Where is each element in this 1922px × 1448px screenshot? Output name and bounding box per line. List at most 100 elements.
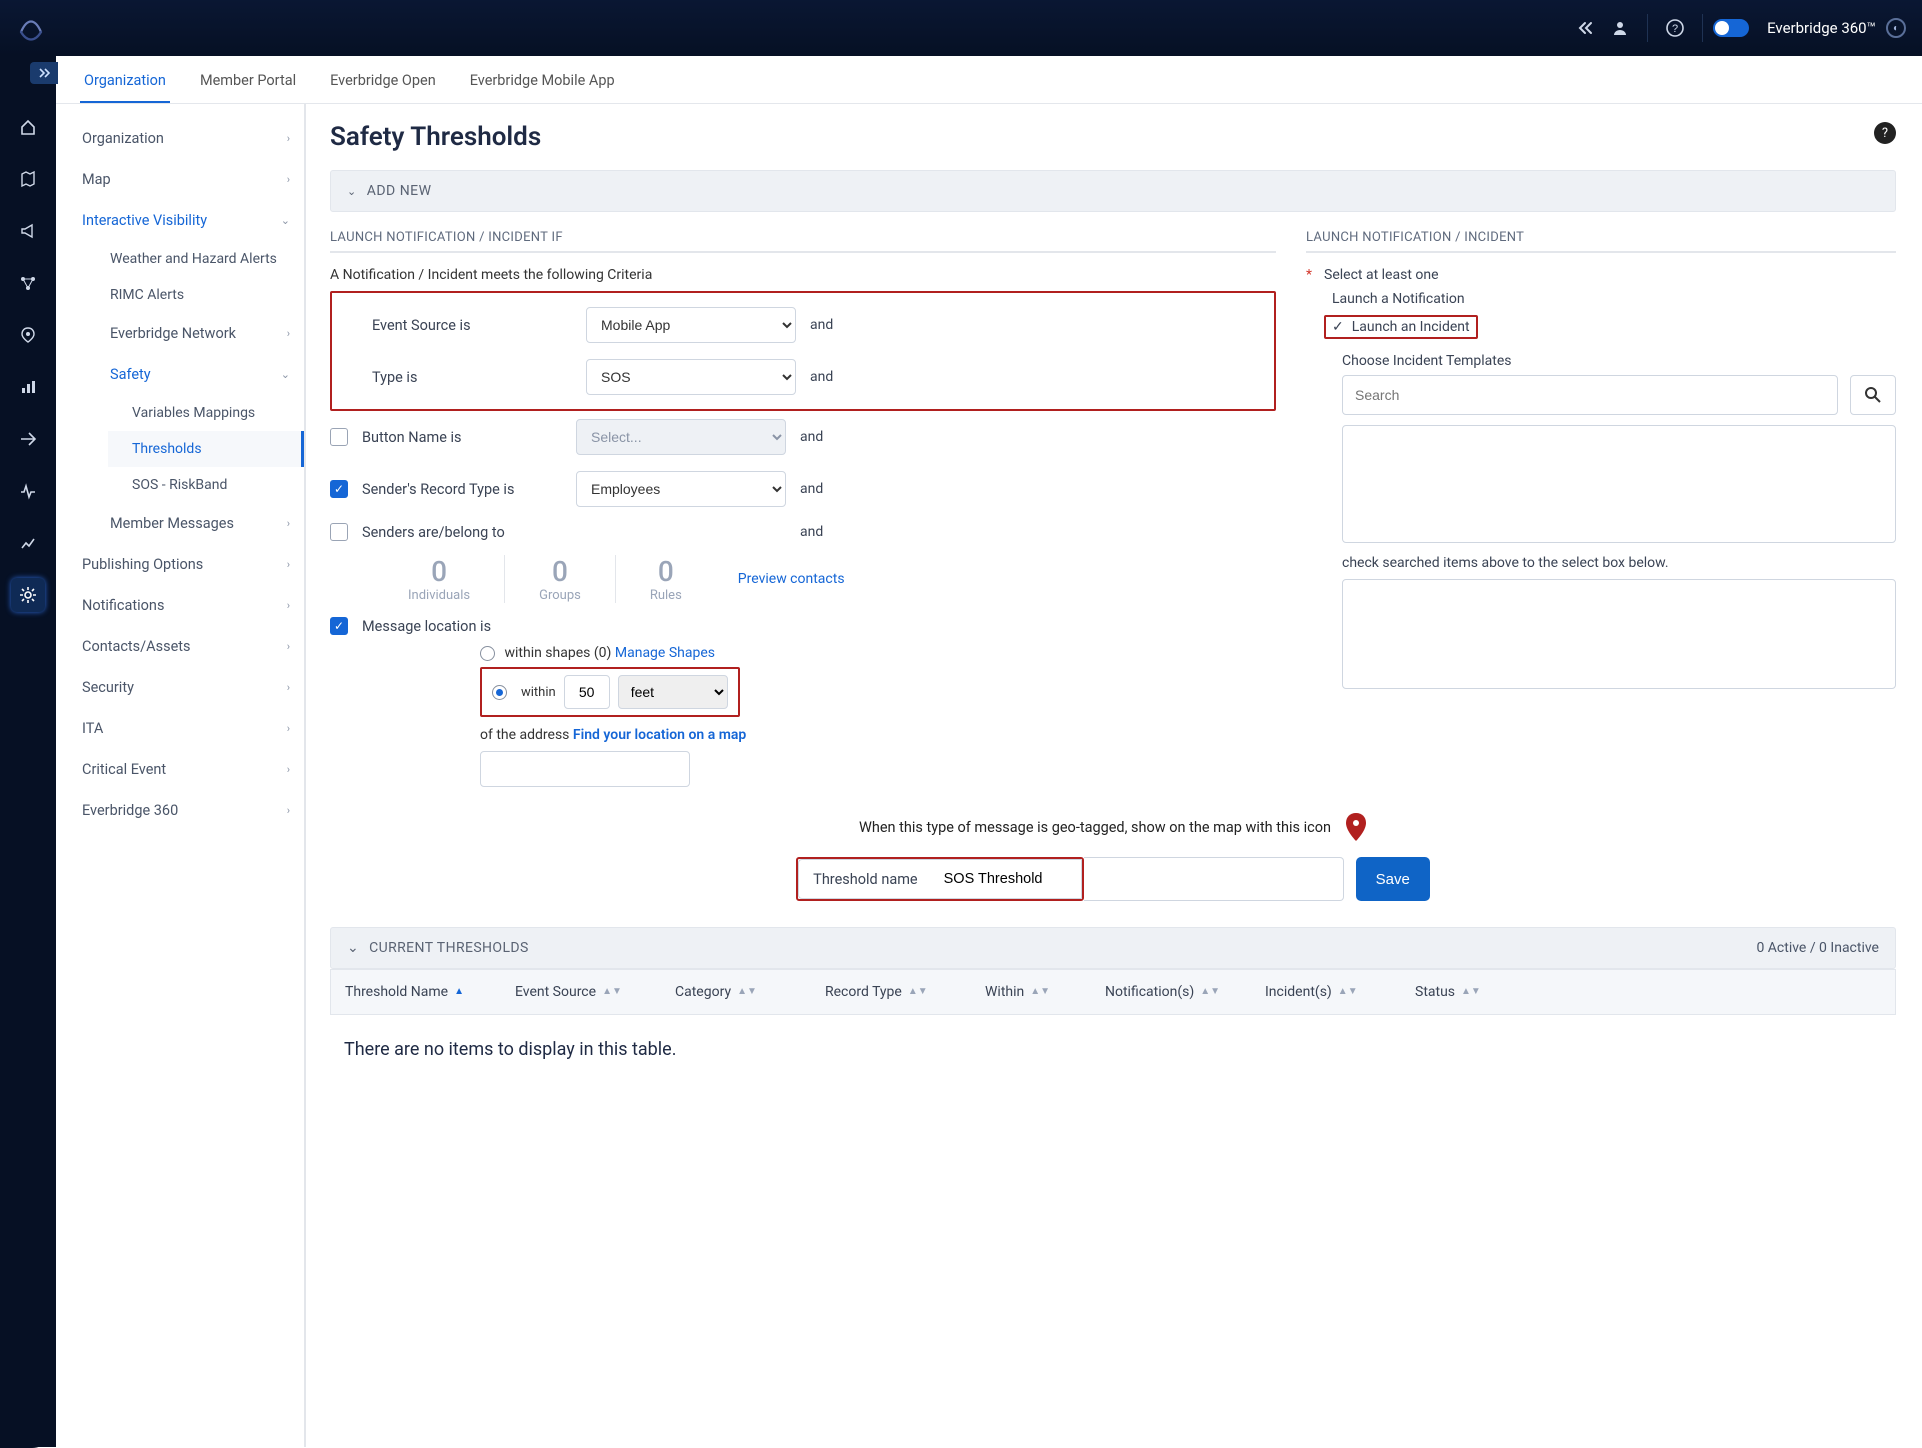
rail-chart-icon[interactable] — [11, 370, 45, 404]
record-type-checkbox[interactable]: ✓ — [330, 480, 348, 498]
rail-map-icon[interactable] — [11, 162, 45, 196]
type-select[interactable]: SOS — [586, 359, 796, 395]
save-button[interactable]: Save — [1356, 857, 1430, 901]
sidenav-organization[interactable]: Organization› — [62, 118, 304, 159]
senders-label: Senders are/belong to — [362, 524, 562, 541]
sort-asc-icon[interactable]: ▲ — [454, 989, 464, 995]
sidenav-ita[interactable]: ITA› — [62, 708, 304, 749]
sort-icon[interactable]: ▲▼ — [1200, 989, 1220, 995]
rail-megaphone-icon[interactable] — [11, 214, 45, 248]
sort-icon[interactable]: ▲▼ — [737, 989, 757, 995]
within-label: within — [521, 685, 556, 700]
rail-home-icon[interactable] — [11, 110, 45, 144]
selection-hint: check searched items above to the select… — [1306, 555, 1896, 571]
preview-contacts-link[interactable]: Preview contacts — [738, 571, 845, 587]
tab-mobile-app[interactable]: Everbridge Mobile App — [466, 60, 619, 103]
toggle-icon[interactable] — [1713, 19, 1749, 37]
sort-icon[interactable]: ▲▼ — [908, 989, 928, 995]
find-location-link[interactable]: Find your location on a map — [573, 727, 746, 743]
tab-everbridge-open[interactable]: Everbridge Open — [326, 60, 440, 103]
rail-nodes-icon[interactable] — [11, 266, 45, 300]
thresholds-table-header: Threshold Name▲ Event Source▲▼ Category▲… — [330, 969, 1896, 1015]
address-line: of the address Find your location on a m… — [480, 727, 1276, 743]
highlight-within: within feet — [480, 667, 740, 717]
current-thresholds-panel[interactable]: ⌄CURRENT THRESHOLDS 0 Active / 0 Inactiv… — [330, 927, 1896, 969]
help-icon[interactable]: ? — [1658, 11, 1692, 45]
sidenav-rimc-alerts[interactable]: RIMC Alerts — [92, 277, 304, 313]
rail-pin-icon[interactable] — [11, 318, 45, 352]
launch-incident-checkbox[interactable]: ✓ — [1332, 319, 1344, 335]
search-button[interactable] — [1850, 375, 1896, 415]
sidenav-security[interactable]: Security› — [62, 667, 304, 708]
manage-shapes-link[interactable]: Manage Shapes — [615, 645, 715, 661]
sidenav-safety[interactable]: Safety⌄ — [92, 354, 304, 395]
brand-badge-icon: ◐ — [1886, 18, 1906, 38]
launch-incident-label: Launch an Incident — [1352, 319, 1470, 335]
brand-toggle[interactable]: Everbridge 360™ ◐ — [1713, 18, 1906, 38]
criteria-note: A Notification / Incident meets the foll… — [330, 267, 1276, 283]
sidenav-member-messages[interactable]: Member Messages› — [92, 503, 304, 544]
select-one-label: Select at least one — [1324, 267, 1438, 283]
chevron-right-icon: › — [287, 132, 290, 145]
search-results-listbox[interactable] — [1342, 425, 1896, 543]
sidenav-map[interactable]: Map› — [62, 159, 304, 200]
record-type-select[interactable]: Employees — [576, 471, 786, 507]
chevron-right-icon: › — [287, 763, 290, 776]
sidenav-everbridge-360[interactable]: Everbridge 360› — [62, 790, 304, 831]
template-search-input[interactable] — [1342, 375, 1838, 415]
msg-location-checkbox[interactable]: ✓ — [330, 617, 348, 635]
sidenav-thresholds[interactable]: Thresholds — [108, 431, 304, 467]
address-input[interactable] — [480, 751, 690, 787]
within-radio[interactable] — [492, 685, 507, 700]
sidenav-everbridge-network[interactable]: Everbridge Network› — [92, 313, 304, 354]
sort-icon[interactable]: ▲▼ — [1338, 989, 1358, 995]
tab-member-portal[interactable]: Member Portal — [196, 60, 300, 103]
sort-icon[interactable]: ▲▼ — [1461, 989, 1481, 995]
rail-pulse-icon[interactable] — [11, 474, 45, 508]
current-thresholds-count: 0 Active / 0 Inactive — [1756, 940, 1879, 956]
and-text: and — [810, 317, 833, 333]
within-value-input[interactable] — [564, 675, 610, 709]
sidenav-contacts-assets[interactable]: Contacts/Assets› — [62, 626, 304, 667]
within-unit-select[interactable]: feet — [618, 675, 728, 709]
page-help-icon[interactable]: ? — [1874, 122, 1896, 144]
rail-expand-icon[interactable] — [30, 62, 58, 84]
rail-plane-icon[interactable] — [11, 422, 45, 456]
icon-rail — [0, 56, 56, 1447]
sidenav-variables-mappings[interactable]: Variables Mappings — [108, 395, 304, 431]
senders-checkbox[interactable] — [330, 523, 348, 541]
map-pin-icon — [1345, 813, 1367, 841]
sort-icon[interactable]: ▲▼ — [1030, 989, 1050, 995]
sort-icon[interactable]: ▲▼ — [602, 989, 622, 995]
threshold-name-input-extension[interactable] — [1084, 857, 1344, 901]
and-text: and — [800, 524, 823, 540]
event-source-select[interactable]: Mobile App — [586, 307, 796, 343]
and-text: and — [800, 429, 823, 445]
tab-organization[interactable]: Organization — [80, 60, 170, 103]
user-icon[interactable] — [1603, 11, 1637, 45]
within-shapes-radio[interactable] — [480, 646, 495, 661]
chevron-right-icon: › — [287, 804, 290, 817]
add-new-panel[interactable]: ⌄ ADD NEW — [330, 170, 1896, 212]
brand-logo-icon — [16, 13, 46, 43]
left-section-title: LAUNCH NOTIFICATION / INCIDENT IF — [330, 230, 1276, 253]
selected-templates-listbox[interactable] — [1342, 579, 1896, 689]
sidenav-interactive-visibility[interactable]: Interactive Visibility⌄ — [62, 200, 304, 241]
rail-gear-icon[interactable] — [11, 578, 45, 612]
sidenav-notifications[interactable]: Notifications› — [62, 585, 304, 626]
sidenav-sos-riskband[interactable]: SOS - RiskBand — [108, 467, 304, 503]
sidenav-publishing-options[interactable]: Publishing Options› — [62, 544, 304, 585]
event-source-label: Event Source is — [372, 317, 572, 334]
sidenav-critical-event[interactable]: Critical Event› — [62, 749, 304, 790]
right-section-title: LAUNCH NOTIFICATION / INCIDENT — [1306, 230, 1896, 253]
geo-note: When this type of message is geo-tagged,… — [330, 813, 1896, 841]
rules-count: 0 — [658, 555, 674, 588]
required-asterisk: * — [1306, 267, 1312, 283]
button-name-label: Button Name is — [362, 429, 562, 446]
button-name-select[interactable]: Select... — [576, 419, 786, 455]
collapse-icon[interactable] — [1569, 11, 1603, 45]
sidenav-weather-alerts[interactable]: Weather and Hazard Alerts — [92, 241, 304, 277]
button-name-checkbox[interactable] — [330, 428, 348, 446]
threshold-name-input[interactable] — [932, 859, 1082, 899]
rail-trend-icon[interactable] — [11, 526, 45, 560]
